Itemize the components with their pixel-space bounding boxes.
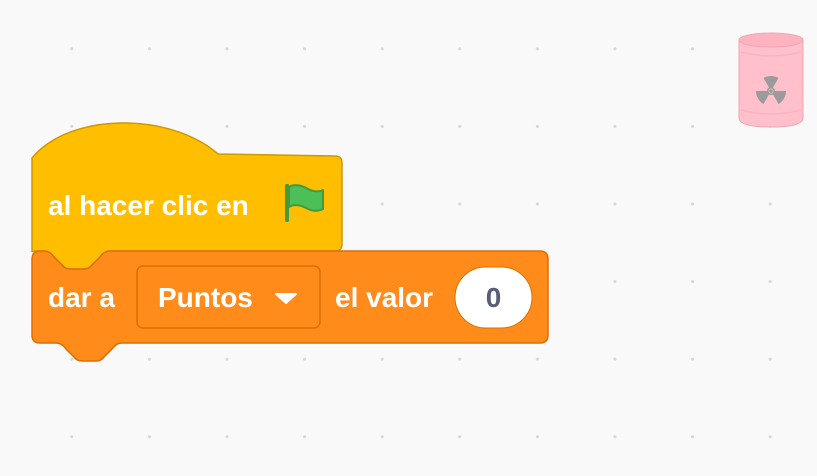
value-input-text: 0 bbox=[486, 282, 502, 313]
value-input[interactable]: 0 bbox=[454, 266, 533, 329]
set-block-prefix-label: dar a bbox=[48, 282, 115, 313]
variable-dropdown[interactable]: Puntos bbox=[136, 265, 321, 329]
hat-block-label: al hacer clic en bbox=[48, 190, 249, 221]
blocks-layer: al hacer clic en dar a Puntos el valor 0 bbox=[31, 122, 549, 362]
set-variable-block[interactable]: dar a Puntos el valor 0 bbox=[31, 250, 549, 362]
variable-dropdown-label: Puntos bbox=[158, 282, 253, 313]
when-flag-clicked-block[interactable]: al hacer clic en bbox=[31, 122, 343, 270]
set-block-suffix-label: el valor bbox=[335, 282, 433, 313]
trash-can-icon[interactable] bbox=[736, 30, 806, 130]
